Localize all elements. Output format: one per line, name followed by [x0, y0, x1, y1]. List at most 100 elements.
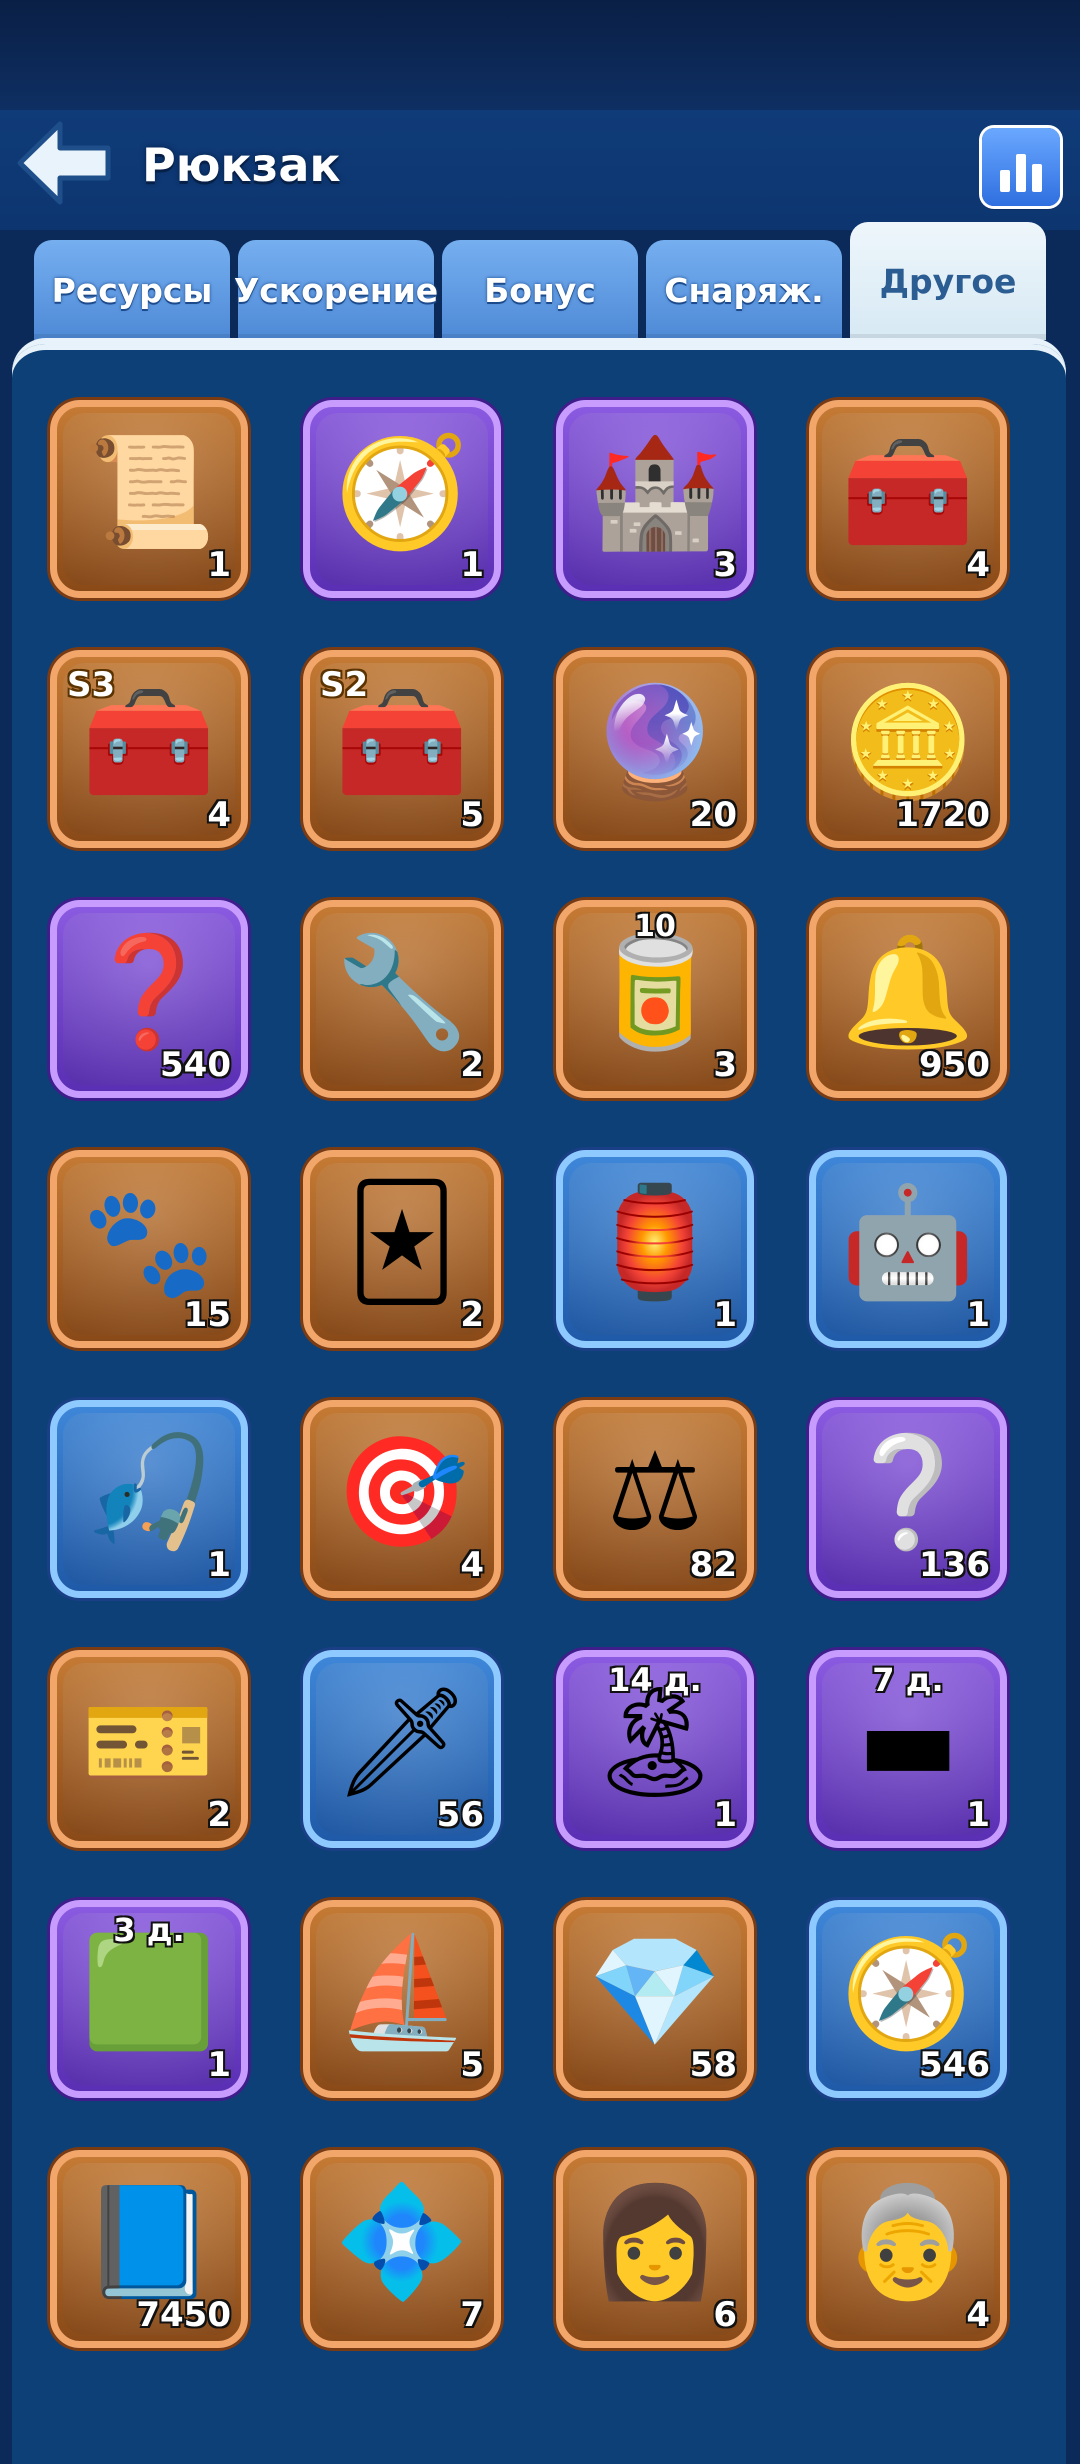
- inventory-item[interactable]: 🎫 2: [50, 1650, 248, 1848]
- inventory-item[interactable]: 🏮 1: [556, 1150, 754, 1348]
- inventory-item[interactable]: 📘 7450: [50, 2150, 248, 2348]
- hero-shard-icon: 👵: [840, 2180, 976, 2306]
- inventory-item[interactable]: 🧰 S3 4: [50, 650, 248, 848]
- item-count: 1720: [895, 795, 990, 835]
- item-count: 4: [207, 795, 231, 835]
- expiry-timer: 3 д.: [113, 1911, 185, 1949]
- item-count: 58: [689, 2045, 737, 2085]
- inventory-item[interactable]: 🥫 10 3: [556, 900, 754, 1098]
- item-count: 2: [460, 1295, 484, 1335]
- gold-ticket-icon: 🎫: [81, 1680, 217, 1806]
- inventory-item[interactable]: 💎 58: [556, 1900, 754, 2098]
- inventory-item[interactable]: 🎯 4: [303, 1400, 501, 1598]
- item-count: 1: [713, 1295, 737, 1335]
- item-count: 950: [919, 1045, 990, 1085]
- inventory-item[interactable]: 🧭 1: [303, 400, 501, 598]
- inventory-item[interactable]: 🎣 1: [50, 1400, 248, 1598]
- inventory-item[interactable]: 🤖 1: [809, 1150, 1007, 1348]
- inventory-item[interactable]: ▬ 7 д. 1: [809, 1650, 1007, 1848]
- inventory-item[interactable]: ❔ 136: [809, 1400, 1007, 1598]
- inventory-item[interactable]: 🧰 S2 5: [303, 650, 501, 848]
- item-count: 3: [713, 1045, 737, 1085]
- inventory-item[interactable]: 👵 4: [809, 2150, 1007, 2348]
- inventory-item[interactable]: 🔧 2: [303, 900, 501, 1098]
- pack-size-label: 10: [634, 909, 676, 944]
- item-count: 1: [966, 1795, 990, 1835]
- inventory-panel: 📜 1 🧭 1 🏰 3 🧰 4 🧰 S3 4 🧰 S2 5 🔮 20 🪙 1720 ❓ 540 🔧 2 🥫 10 3 🔔 950 🐾 1…: [12, 338, 1066, 2464]
- ruby-amulet-icon: 💎: [587, 1930, 723, 2056]
- back-button[interactable]: [14, 118, 114, 208]
- tab-other[interactable]: Другое: [850, 222, 1046, 340]
- item-count: 7: [460, 2295, 484, 2335]
- fishing-reel-icon: 🎣: [81, 1430, 217, 1556]
- item-count: 1: [207, 545, 231, 585]
- item-count: 540: [160, 1045, 231, 1085]
- expiry-timer: 14 д.: [608, 1661, 702, 1699]
- inventory-item[interactable]: 🧭 546: [809, 1900, 1007, 2098]
- item-count: 546: [919, 2045, 990, 2085]
- page-title: Рюкзак: [142, 138, 341, 192]
- back-arrow-icon: [17, 121, 111, 205]
- paw-cookie-icon: 🐾: [81, 1180, 217, 1306]
- inventory-item[interactable]: 🔔 950: [809, 900, 1007, 1098]
- tab-bonus[interactable]: Бонус: [442, 240, 638, 340]
- item-count: 20: [689, 795, 737, 835]
- inventory-item[interactable]: 🃏 2: [303, 1150, 501, 1348]
- item-count: 3: [713, 545, 737, 585]
- inventory-item[interactable]: 🟩 3 д. 1: [50, 1900, 248, 2098]
- item-count: 1: [207, 2045, 231, 2085]
- building-relocate-icon: 🏰: [587, 430, 723, 556]
- item-count: 1: [966, 1295, 990, 1335]
- tab-equipment[interactable]: Снаряж.: [646, 240, 842, 340]
- season-chest-icon: 🧰: [334, 680, 470, 806]
- inventory-item[interactable]: 🏝 14 д. 1: [556, 1650, 754, 1848]
- inventory-item[interactable]: 🧰 4: [809, 400, 1007, 598]
- inventory-item[interactable]: 🪙 1720: [809, 650, 1007, 848]
- lantern-icon: 🏮: [587, 1180, 723, 1306]
- treasure-chest-icon: 🧰: [840, 430, 976, 556]
- season-label: S3: [67, 665, 116, 705]
- inventory-item[interactable]: 🗡 56: [303, 1650, 501, 1848]
- island-castle-icon: 🏝: [586, 1680, 724, 1806]
- item-count: 4: [966, 545, 990, 585]
- tab-speedups[interactable]: Ускорение: [234, 240, 438, 340]
- rune-token-icon: 🔮: [587, 680, 723, 806]
- hero-shard-icon: 👩: [587, 2180, 723, 2306]
- item-count: 7450: [136, 2295, 231, 2335]
- compass-boost-icon: 🧭: [334, 430, 470, 556]
- inventory-item[interactable]: 👩 6: [556, 2150, 754, 2348]
- item-count: 4: [966, 2295, 990, 2335]
- status-bar: [0, 0, 1080, 110]
- bar-chart-icon: [1000, 170, 1010, 192]
- card-icon: 🃏: [346, 1180, 458, 1306]
- sardine-can-icon: 🥫: [587, 930, 723, 1056]
- season-chest-icon: 🧰: [81, 680, 217, 806]
- tab-resources[interactable]: Ресурсы: [34, 240, 230, 340]
- ship-trophy-icon: ⛵: [334, 1930, 470, 2056]
- mystery-badge-icon: ❓: [81, 930, 217, 1056]
- item-count: 56: [436, 1795, 484, 1835]
- nameplate-icon: ▬: [856, 1680, 960, 1806]
- inventory-item[interactable]: ⛵ 5: [303, 1900, 501, 2098]
- item-count: 5: [460, 2045, 484, 2085]
- item-count: 1: [460, 545, 484, 585]
- frame-green-icon: 🟩: [81, 1930, 217, 2056]
- blue-book-icon: 📘: [81, 2180, 217, 2306]
- inventory-item[interactable]: 💠 7: [303, 2150, 501, 2348]
- inventory-item[interactable]: ⚖ 82: [556, 1400, 754, 1598]
- item-count: 2: [460, 1045, 484, 1085]
- mystery-card-icon: ❔: [840, 1430, 976, 1556]
- inventory-item[interactable]: 🔮 20: [556, 650, 754, 848]
- tab-bar: Ресурсы Ускорение Бонус Снаряж. Другое: [0, 222, 1080, 340]
- inventory-item[interactable]: ❓ 540: [50, 900, 248, 1098]
- inventory-item[interactable]: 📜 1: [50, 400, 248, 598]
- toolbox-icon: 🔧: [334, 930, 470, 1056]
- item-count: 136: [919, 1545, 990, 1585]
- inventory-item[interactable]: 🏰 3: [556, 400, 754, 598]
- item-count: 4: [460, 1545, 484, 1585]
- stats-button[interactable]: [982, 128, 1060, 206]
- crystal-shard-icon: 💠: [334, 2180, 470, 2306]
- arrowhead-icon: 🗡: [333, 1680, 471, 1806]
- item-count: 2: [207, 1795, 231, 1835]
- inventory-item[interactable]: 🐾 15: [50, 1150, 248, 1348]
